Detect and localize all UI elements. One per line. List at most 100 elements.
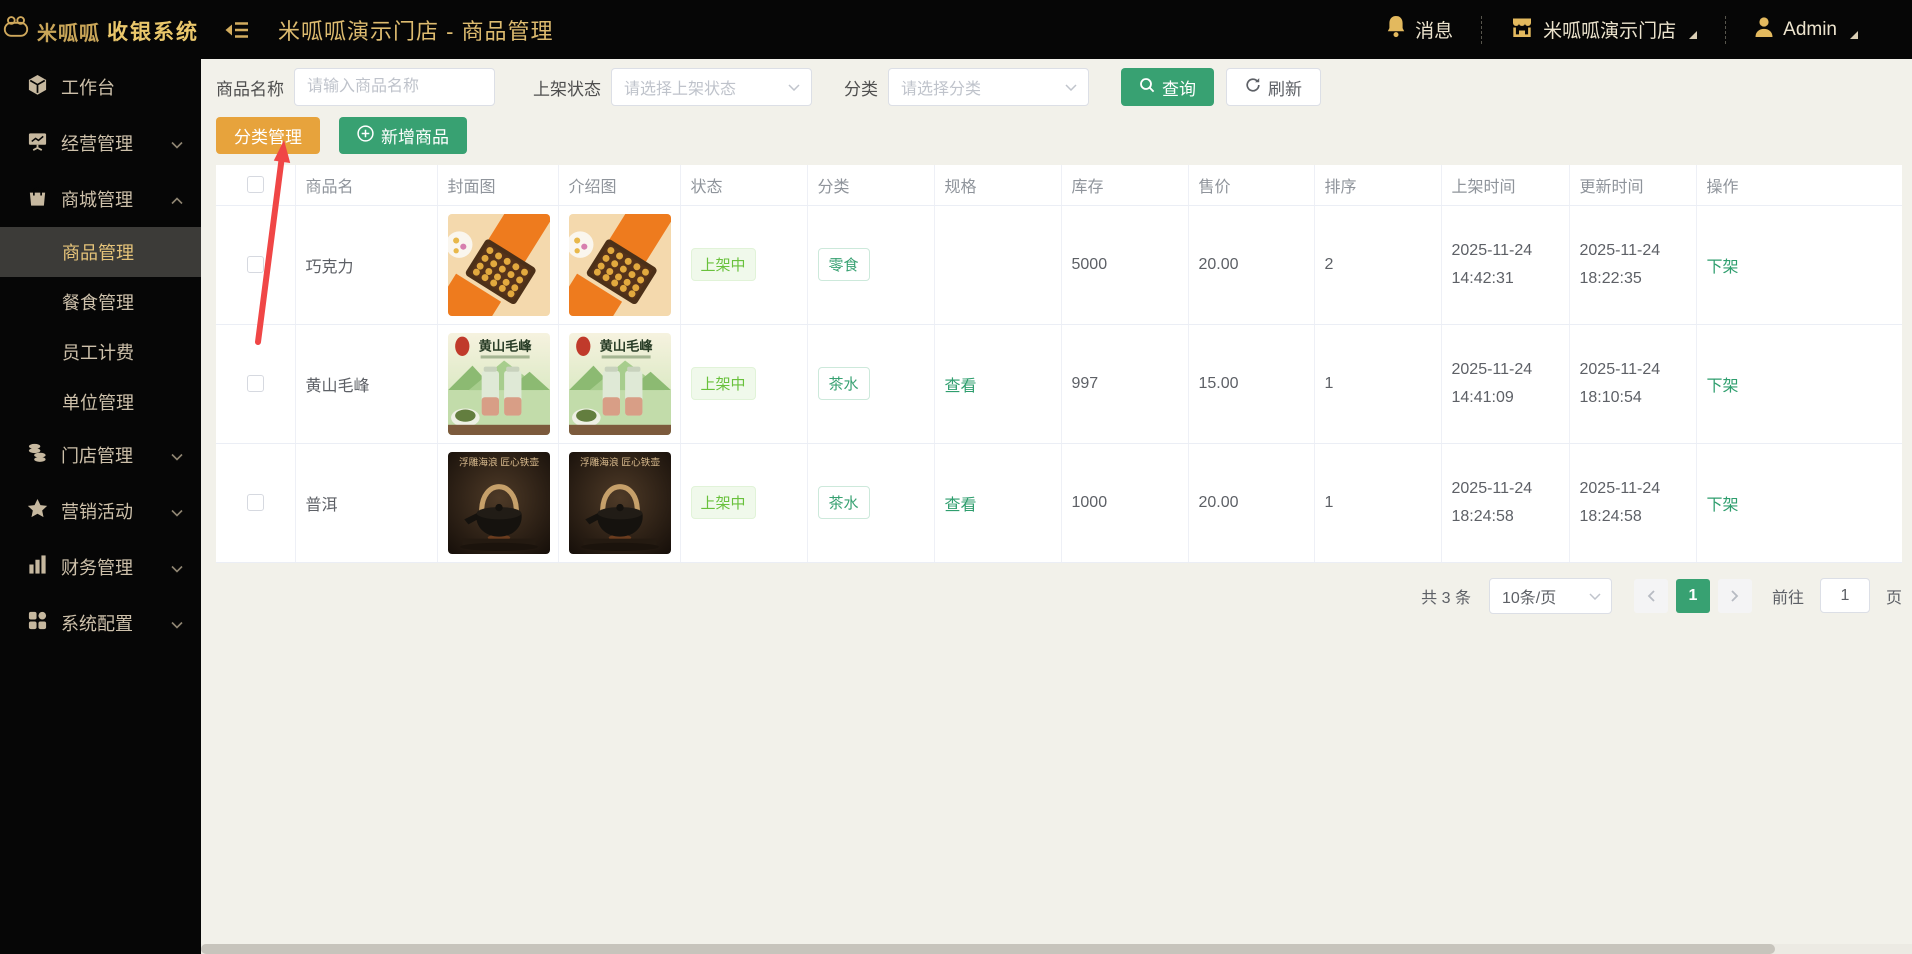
next-page-button[interactable] (1718, 579, 1752, 613)
chevron-down-icon (171, 501, 183, 522)
scrollbar-thumb[interactable] (201, 944, 1775, 954)
col-header-category: 分类 (807, 165, 934, 205)
sidebar-item-mall[interactable]: 商城管理 (0, 171, 201, 227)
user-menu[interactable]: Admin (1726, 15, 1886, 45)
sidebar-item-system-config[interactable]: 系统配置 (0, 595, 201, 651)
row-checkbox[interactable] (247, 494, 264, 511)
refresh-button[interactable]: 刷新 (1226, 68, 1321, 106)
frog-logo-icon (2, 15, 30, 44)
teapot-title-text: 浮雕海浪 匠心铁壶 (579, 455, 659, 468)
search-button[interactable]: 查询 (1121, 68, 1214, 106)
take-down-link[interactable]: 下架 (1707, 497, 1739, 514)
shelf-time: 2025-11-2414:42:31 (1452, 237, 1563, 291)
sidebar-item-product-mgmt[interactable]: 商品管理 (0, 227, 201, 277)
user-label: Admin (1783, 19, 1837, 41)
messages-button[interactable]: 消息 (1358, 15, 1481, 44)
product-cover-image[interactable]: 黄山毛峰 (448, 333, 550, 435)
search-button-label: 查询 (1162, 75, 1196, 100)
star-icon (27, 498, 48, 524)
chevron-down-icon (1065, 78, 1077, 96)
sidebar-item-unit-mgmt[interactable]: 单位管理 (0, 377, 201, 427)
product-cover-image[interactable]: 浮雕海浪 匠心铁壶 (448, 452, 550, 554)
update-time: 2025-11-2418:24:58 (1580, 475, 1690, 529)
product-name-input[interactable] (294, 68, 495, 106)
col-header-intro: 介绍图 (558, 165, 680, 205)
topbar: 米呱呱 收银系统 米呱呱演示门店 - 商品管理 消息 (0, 0, 1912, 59)
business-chart-icon (27, 130, 48, 156)
add-product-button[interactable]: 新增商品 (339, 117, 467, 154)
col-header-sort: 排序 (1314, 165, 1441, 205)
logo-text: 米呱呱 (37, 24, 100, 44)
category-placeholder: 请选择分类 (901, 75, 981, 99)
sidebar-item-label: 商城管理 (61, 186, 133, 212)
sidebar-item-label: 经营管理 (61, 130, 133, 156)
topbar-right: 消息 米呱呱演示门店 Admin (1358, 15, 1912, 45)
product-intro-image[interactable]: 黄山毛峰 (569, 333, 671, 435)
prev-page-button[interactable] (1634, 579, 1668, 613)
table-row: 普洱 浮雕海浪 匠心铁壶 (216, 443, 1902, 562)
sidebar-item-store-mgmt[interactable]: 门店管理 (0, 427, 201, 483)
shopping-bag-icon (27, 186, 48, 212)
tea-title-text: 黄山毛峰 (478, 337, 532, 353)
product-cover-image[interactable] (448, 214, 550, 316)
sidebar-item-workbench[interactable]: 工作台 (0, 59, 201, 115)
select-all-checkbox[interactable] (247, 176, 264, 193)
goto-unit-label: 页 (1886, 584, 1902, 608)
coins-icon (27, 442, 48, 468)
caret-icon (1849, 23, 1858, 45)
sidebar-item-meal-mgmt[interactable]: 餐食管理 (0, 277, 201, 327)
bar-chart-icon (27, 554, 48, 580)
category-manage-button[interactable]: 分类管理 (216, 117, 320, 154)
sidebar-item-finance[interactable]: 财务管理 (0, 539, 201, 595)
page-size-select[interactable]: 10条/页 (1489, 578, 1612, 614)
spec-view-link[interactable]: 查看 (945, 497, 977, 514)
table-header-row: 商品名 封面图 介绍图 状态 分类 规格 库存 售价 排序 上架时间 更新时间 … (216, 165, 1902, 205)
col-header-spec: 规格 (934, 165, 1061, 205)
row-checkbox[interactable] (247, 256, 264, 273)
page-number[interactable]: 1 (1676, 579, 1710, 613)
shelf-status-select[interactable]: 请选择上架状态 (611, 68, 812, 106)
stock-value: 1000 (1061, 443, 1188, 562)
goto-page-input[interactable] (1820, 578, 1870, 613)
chevron-down-icon (788, 78, 800, 96)
sidebar-item-staff-billing[interactable]: 员工计费 (0, 327, 201, 377)
sidebar-collapse-icon[interactable] (225, 20, 250, 40)
add-product-label: 新增商品 (381, 123, 449, 148)
col-header-actions: 操作 (1696, 165, 1902, 205)
shelf-status-label: 上架状态 (533, 75, 601, 100)
sidebar-item-label: 员工计费 (62, 339, 134, 365)
category-badge: 茶水 (818, 367, 870, 400)
take-down-link[interactable]: 下架 (1707, 378, 1739, 395)
sidebar-item-label: 商品管理 (62, 239, 134, 265)
row-checkbox[interactable] (247, 375, 264, 392)
product-name: 巧克力 (295, 205, 437, 324)
table-row: 黄山毛峰 黄山毛峰 (216, 324, 1902, 443)
chevron-down-icon (171, 613, 183, 634)
sidebar-item-label: 营销活动 (61, 498, 133, 524)
take-down-link[interactable]: 下架 (1707, 259, 1739, 276)
total-count: 共 3 条 (1421, 584, 1471, 608)
user-icon (1754, 16, 1774, 44)
col-header-update-time: 更新时间 (1569, 165, 1696, 205)
sidebar-item-business[interactable]: 经营管理 (0, 115, 201, 171)
app-logo: 米呱呱 收银系统 (0, 15, 201, 44)
stock-value: 5000 (1061, 205, 1188, 324)
product-name-label: 商品名称 (216, 75, 284, 100)
col-header-name: 商品名 (295, 165, 437, 205)
product-intro-image[interactable] (569, 214, 671, 316)
product-intro-image[interactable]: 浮雕海浪 匠心铁壶 (569, 452, 671, 554)
product-table: 商品名 封面图 介绍图 状态 分类 规格 库存 售价 排序 上架时间 更新时间 … (216, 165, 1902, 563)
shelf-status-placeholder: 请选择上架状态 (624, 75, 736, 99)
col-header-shelf-time: 上架时间 (1441, 165, 1569, 205)
sort-value: 1 (1314, 324, 1441, 443)
horizontal-scrollbar[interactable] (201, 944, 1912, 954)
caret-icon (1688, 23, 1697, 45)
filter-bar: 商品名称 上架状态 请选择上架状态 分类 请选择分类 查询 (216, 68, 1902, 106)
chevron-down-icon (1589, 587, 1601, 605)
spec-view-link[interactable]: 查看 (945, 378, 977, 395)
category-label: 分类 (844, 75, 878, 100)
store-switcher[interactable]: 米呱呱演示门店 (1482, 15, 1725, 45)
update-time: 2025-11-2418:22:35 (1580, 237, 1690, 291)
category-select[interactable]: 请选择分类 (888, 68, 1089, 106)
sidebar-item-marketing[interactable]: 营销活动 (0, 483, 201, 539)
